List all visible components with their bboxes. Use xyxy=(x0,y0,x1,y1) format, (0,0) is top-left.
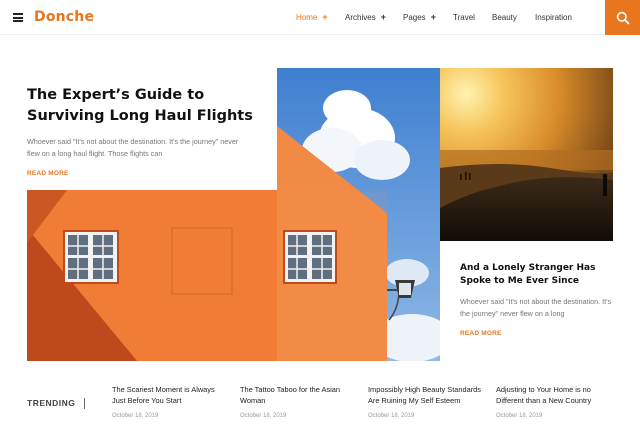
trending-divider xyxy=(84,398,85,409)
nav-label: Beauty xyxy=(492,12,517,22)
trending-item-date: October 18, 2019 xyxy=(368,413,415,419)
plus-icon[interactable]: + xyxy=(431,12,436,22)
trending-label: TRENDING xyxy=(27,398,76,408)
side-feature-title[interactable]: And a Lonely Stranger Has Spoke to Me Ev… xyxy=(460,262,620,288)
search-button[interactable] xyxy=(605,0,640,35)
nav-label: Archives xyxy=(345,12,376,22)
hero-card: The Expert’s Guide to Surviving Long Hau… xyxy=(0,68,277,190)
nav-label: Pages xyxy=(403,12,426,22)
nav-item-archives[interactable]: Archives + xyxy=(345,12,403,22)
trending-item[interactable]: Adjusting to Your Home is no Different t… xyxy=(496,384,612,419)
trending-item-date: October 18, 2019 xyxy=(240,413,287,419)
hamburger-icon[interactable] xyxy=(13,13,23,22)
plus-icon[interactable]: + xyxy=(381,12,386,22)
trending-item-date: October 18, 2019 xyxy=(496,413,543,419)
trending-item-title[interactable]: Adjusting to Your Home is no Different t… xyxy=(496,384,612,406)
trending-item-date: October 18, 2019 xyxy=(112,413,159,419)
hero-read-more-link[interactable]: READ MORE xyxy=(27,170,69,177)
site-header: Donche Home + Archives + Pages + Travel … xyxy=(0,0,640,35)
side-feature-card: And a Lonely Stranger Has Spoke to Me Ev… xyxy=(460,262,620,340)
plus-icon[interactable]: + xyxy=(322,12,327,22)
nav-item-beauty[interactable]: Beauty xyxy=(492,12,535,22)
trending-item-title[interactable]: The Scariest Moment is Always Just Befor… xyxy=(112,384,228,406)
main-nav: Home + Archives + Pages + Travel Beauty … xyxy=(296,12,572,22)
nav-item-pages[interactable]: Pages + xyxy=(403,12,453,22)
side-read-more-link[interactable]: READ MORE xyxy=(460,330,502,337)
trending-item[interactable]: Impossibly High Beauty Standards Are Rui… xyxy=(368,384,484,419)
nav-label: Inspiration xyxy=(535,12,572,22)
search-icon xyxy=(616,11,629,24)
side-feature-image[interactable] xyxy=(440,68,613,241)
hero-excerpt: Whoever said "It's not about the destina… xyxy=(27,137,239,158)
nav-item-travel[interactable]: Travel xyxy=(453,12,492,22)
nav-item-home[interactable]: Home + xyxy=(296,12,345,22)
nav-label: Travel xyxy=(453,12,475,22)
trending-item[interactable]: The Scariest Moment is Always Just Befor… xyxy=(112,384,228,419)
trending-item[interactable]: The Tattoo Taboo for the Asian Woman Oct… xyxy=(240,384,356,419)
side-feature-excerpt: Whoever said "It's not about the destina… xyxy=(460,297,612,318)
trending-item-title[interactable]: The Tattoo Taboo for the Asian Woman xyxy=(240,384,356,406)
trending-item-title[interactable]: Impossibly High Beauty Standards Are Rui… xyxy=(368,384,484,406)
nav-label: Home xyxy=(296,12,318,22)
hero-title[interactable]: The Expert’s Guide to Surviving Long Hau… xyxy=(27,85,257,127)
site-logo[interactable]: Donche xyxy=(34,9,94,25)
sunset-beach-photo xyxy=(440,68,613,241)
nav-item-inspiration[interactable]: Inspiration xyxy=(535,12,572,22)
